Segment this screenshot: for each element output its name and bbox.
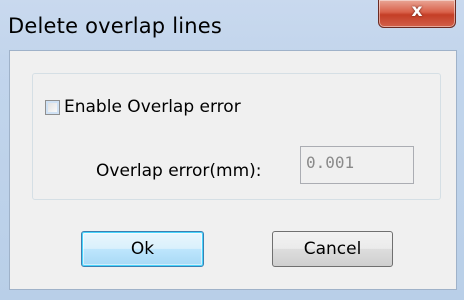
close-button[interactable]: x	[378, 0, 456, 28]
enable-overlap-checkbox-row[interactable]: Enable Overlap error	[45, 95, 241, 119]
dialog-window: Delete overlap lines x Enable Overlap er…	[0, 0, 464, 300]
dialog-title: Delete overlap lines	[8, 14, 223, 38]
ok-button[interactable]: Ok	[81, 231, 204, 267]
title-bar[interactable]: Delete overlap lines x	[0, 0, 464, 50]
close-icon: x	[411, 1, 423, 21]
enable-overlap-checkbox[interactable]	[45, 99, 60, 115]
overlap-error-input[interactable]: 0.001	[300, 146, 414, 184]
cancel-button[interactable]: Cancel	[272, 231, 393, 267]
overlap-error-label: Overlap error(mm):	[96, 161, 262, 181]
dialog-body: Enable Overlap error Overlap error(mm): …	[9, 50, 457, 290]
enable-overlap-label[interactable]: Enable Overlap error	[64, 97, 241, 117]
